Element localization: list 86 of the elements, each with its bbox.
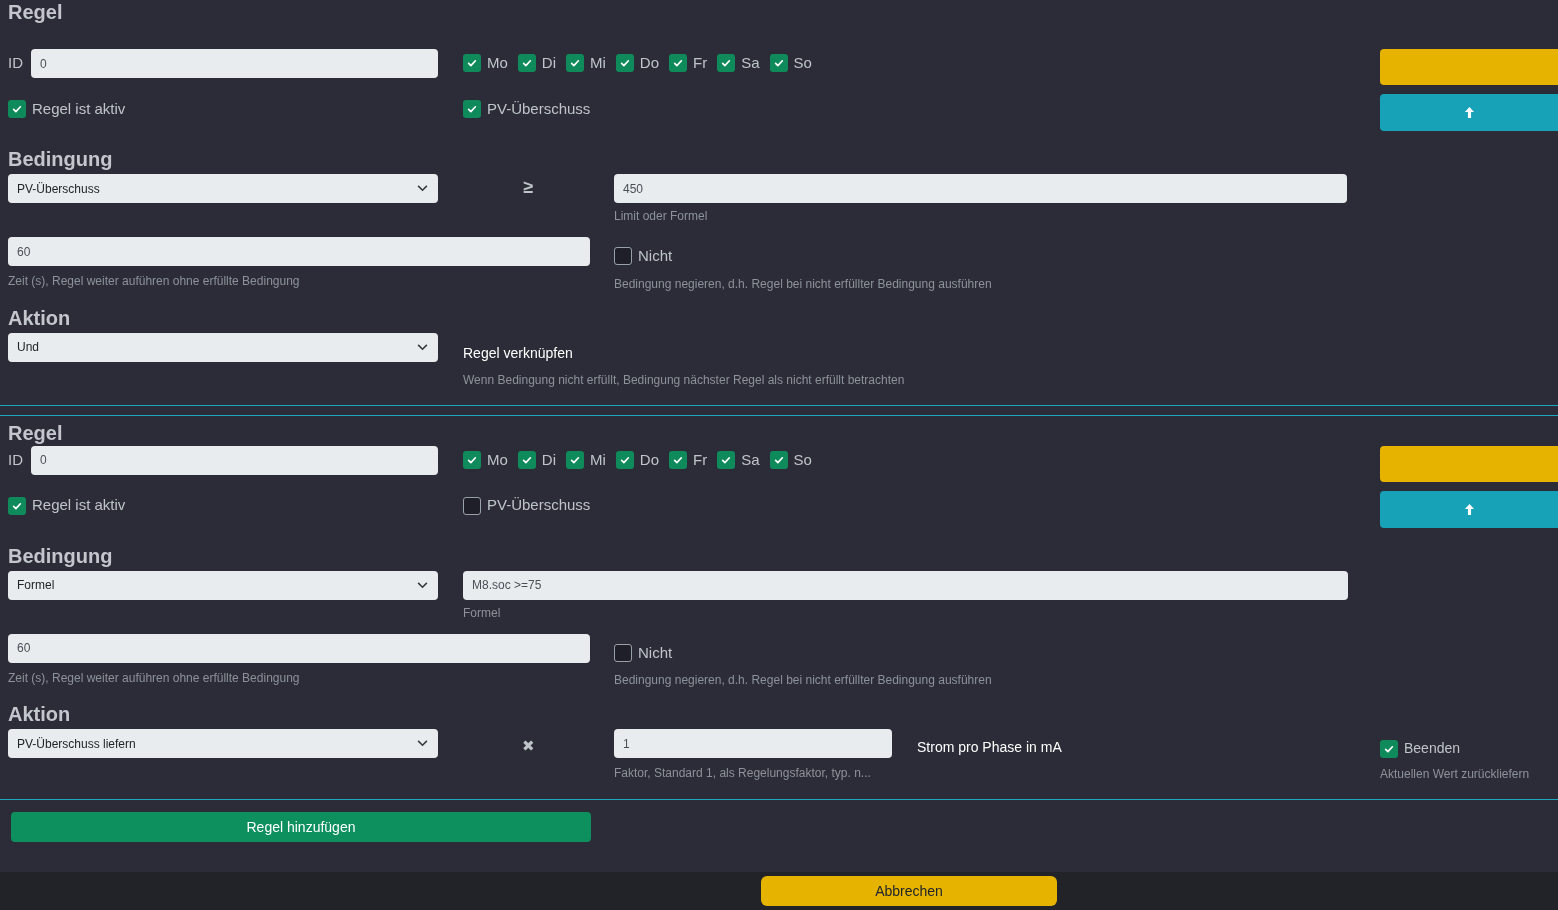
cancel-button[interactable]: Abbrechen [761, 876, 1057, 906]
section-title: Aktion [8, 306, 72, 329]
section-title: Bedingung [8, 148, 114, 170]
checkbox-label: PV-Überschuss [487, 495, 591, 516]
checkbox[interactable] [769, 54, 788, 73]
checkbox[interactable] [615, 450, 634, 469]
operator-symbol: ≥ [523, 176, 534, 199]
checkbox[interactable] [614, 643, 632, 662]
hint-text: Aktuellen Wert zurückliefern [1380, 766, 1531, 783]
checkbox-label: Fr [693, 449, 708, 470]
checkbox[interactable] [566, 450, 584, 469]
hint-text: Faktor, Standard 1, als Regelungsfaktor, typ. n... [614, 765, 872, 782]
checkbox-label: Nicht [638, 246, 673, 266]
field-label: Strom pro Phase in mA [917, 738, 1063, 757]
input-field[interactable]: 0 [31, 49, 438, 78]
checkbox[interactable] [1380, 739, 1398, 758]
checkbox-label: Mo [487, 53, 508, 73]
hint-text: Zeit (s), Regel weiter auführen ohne erfüllte Bedingung [8, 273, 301, 290]
input-field[interactable]: 450 [614, 174, 1347, 203]
move-up-button[interactable] [1380, 490, 1558, 528]
chevron-icon [417, 740, 428, 747]
operator-symbol: ✖ [522, 736, 535, 756]
checkbox-label: Do [639, 53, 660, 73]
checkbox-label: Di [541, 53, 556, 73]
checkbox-label: Nicht [638, 642, 673, 663]
checkbox[interactable] [8, 496, 26, 515]
dropdown[interactable]: Und [8, 332, 438, 362]
field-label: ID [8, 53, 23, 73]
checkbox-label: Mi [590, 449, 606, 470]
action-button[interactable] [1380, 445, 1558, 482]
checkbox-label: So [793, 53, 812, 73]
checkbox-label: Regel ist aktiv [32, 495, 126, 516]
hint-text: Limit oder Formel [614, 208, 709, 225]
dropdown[interactable]: Formel [8, 570, 438, 600]
arrow-up-icon [1463, 502, 1475, 516]
arrow-up-icon [1463, 106, 1475, 119]
hint-text: Formel [463, 604, 502, 622]
hint-text: Zeit (s), Regel weiter auführen ohne erfüllte Bedingung [8, 669, 301, 687]
checkbox[interactable] [517, 450, 536, 469]
checkbox[interactable] [463, 100, 481, 118]
checkbox-label: Di [541, 449, 556, 470]
section-title: Regel [8, 1, 64, 23]
checkbox[interactable] [463, 450, 481, 469]
dropdown[interactable]: PV-Überschuss [8, 174, 438, 203]
checkbox-label: So [793, 449, 812, 470]
checkbox-label: Beenden [1404, 739, 1461, 758]
input-field[interactable]: 1 [614, 729, 892, 758]
checkbox-label: Sa [741, 53, 760, 73]
checkbox-label: Do [639, 449, 660, 470]
checkbox[interactable] [669, 54, 688, 73]
chevron-icon [417, 185, 428, 192]
hint-text: Bedingung negieren, d.h. Regel bei nicht erfüllter Bedingung ausführen [614, 672, 993, 689]
checkbox[interactable] [463, 496, 481, 515]
check-icon [466, 103, 478, 115]
checkbox-label: Sa [741, 449, 760, 470]
checkbox[interactable] [8, 100, 26, 118]
chevron-icon [417, 581, 428, 589]
checkbox[interactable] [717, 54, 736, 73]
checkbox[interactable] [566, 54, 584, 73]
section-title: Regel [8, 421, 64, 444]
field-label: Regel verknüpfen [463, 343, 574, 363]
checkbox[interactable] [769, 450, 788, 469]
checkbox-label: PV-Überschuss [487, 98, 591, 119]
add-rule-button[interactable]: Regel hinzufügen [11, 812, 591, 842]
section-title: Bedingung [8, 544, 114, 567]
field-label: ID [8, 449, 23, 470]
input-field[interactable]: 60 [8, 237, 590, 266]
input-field[interactable]: 0 [31, 445, 438, 475]
checkbox-label: Fr [693, 53, 708, 73]
input-field[interactable]: 60 [8, 633, 590, 663]
checkbox[interactable] [463, 54, 481, 73]
checkbox[interactable] [614, 247, 632, 266]
checkbox[interactable] [717, 450, 736, 469]
checkbox[interactable] [615, 54, 634, 73]
hint-text: Wenn Bedingung nicht erfüllt, Bedingung nächster Regel als nicht erfüllt betrachten [463, 371, 906, 389]
checkbox-label: Mi [590, 53, 606, 73]
dropdown[interactable]: PV-Überschuss liefern [8, 729, 438, 758]
checkbox[interactable] [669, 450, 688, 469]
chevron-icon [417, 343, 428, 351]
checkbox-label: Regel ist aktiv [32, 98, 126, 119]
hint-text: Bedingung negieren, d.h. Regel bei nicht erfüllter Bedingung ausführen [614, 275, 993, 293]
input-field[interactable]: M8.soc >=75 [463, 570, 1348, 600]
check-icon [11, 103, 23, 115]
checkbox[interactable] [517, 54, 536, 73]
checkbox-label: Mo [487, 449, 508, 470]
section-title: Aktion [8, 703, 72, 725]
